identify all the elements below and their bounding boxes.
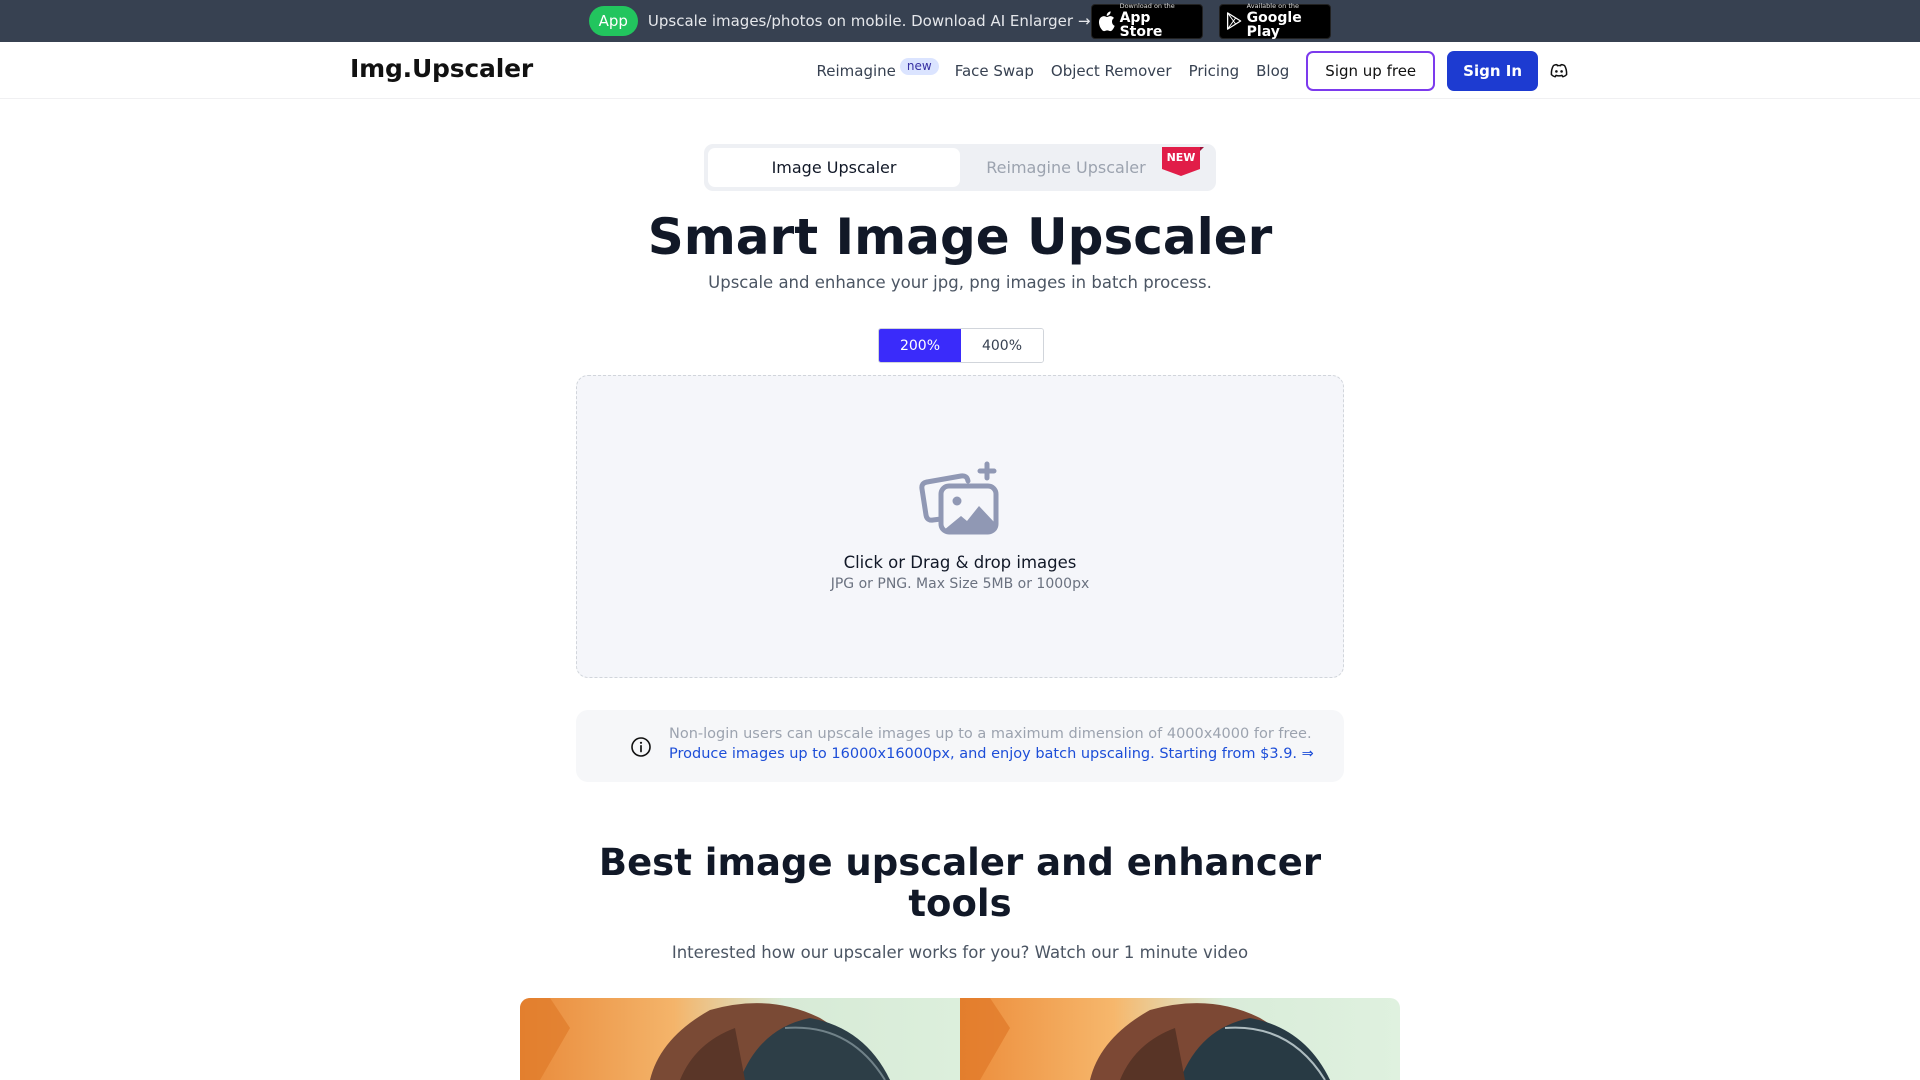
nav-link-label: Reimagine — [816, 61, 896, 80]
app-store-small: Download on the — [1119, 1, 1175, 10]
app-badge: App — [588, 6, 638, 36]
google-play-button[interactable]: Available on the Google Play — [1219, 1, 1332, 41]
nav-links: Reimagine new Face Swap Object Remover Pr… — [817, 50, 1569, 92]
nav-link-blog[interactable]: Blog — [1256, 62, 1289, 80]
info-icon — [631, 737, 651, 757]
page-subtitle: Upscale and enhance your jpg, png images… — [708, 273, 1212, 292]
discord-icon[interactable] — [1550, 62, 1568, 80]
sign-up-button[interactable]: Sign up free — [1306, 51, 1436, 91]
scale-option-200[interactable]: 200% — [879, 329, 961, 362]
nav-link-object-remover[interactable]: Object Remover — [1051, 62, 1172, 80]
section-title: Best image upscaler and enhancer tools — [598, 841, 1322, 925]
tab-reimagine-label: Reimagine Upscaler — [986, 158, 1146, 177]
new-ribbon-text: NEW — [1166, 151, 1196, 164]
page-title: Smart Image Upscaler — [647, 208, 1273, 266]
nav-link-face-swap[interactable]: Face Swap — [955, 62, 1034, 80]
after-image — [960, 998, 1400, 1080]
mode-tabs: Image Upscaler Reimagine Upscaler NEW — [704, 144, 1216, 191]
section-subtitle: Interested how our upscaler works for yo… — [671, 943, 1249, 962]
top-nav: Img.Upscaler Reimagine new Face Swap Obje… — [0, 42, 1920, 99]
apple-icon — [1099, 11, 1116, 32]
scale-toggle: 200% 400% — [878, 328, 1044, 363]
nav-link-reimagine[interactable]: Reimagine new — [816, 57, 939, 81]
scale-option-400[interactable]: 400% — [961, 329, 1043, 362]
dropzone-subtitle: JPG or PNG. Max Size 5MB or 1000px — [830, 576, 1090, 592]
google-play-icon — [1227, 12, 1242, 30]
sign-in-button[interactable]: Sign In — [1447, 51, 1538, 91]
promo-text[interactable]: Upscale images/photos on mobile. Downloa… — [648, 12, 1091, 30]
before-image — [520, 998, 960, 1080]
promo-banner: App Upscale images/photos on mobile. Dow… — [0, 0, 1920, 42]
nav-link-pricing[interactable]: Pricing — [1189, 62, 1240, 80]
before-after-video[interactable] — [520, 998, 1400, 1080]
info-free-limit: Non-login users can upscale images up to… — [669, 726, 1312, 742]
tab-image-upscaler[interactable]: Image Upscaler — [708, 148, 960, 187]
new-ribbon: NEW — [1162, 147, 1204, 177]
info-upgrade-link[interactable]: Produce images up to 16000x16000px, and … — [669, 746, 1314, 762]
google-play-big: Google Play — [1246, 10, 1302, 41]
add-images-icon — [919, 461, 999, 535]
new-badge: new — [899, 57, 939, 75]
app-store-button[interactable]: Download on the App Store — [1091, 1, 1204, 41]
tab-reimagine-upscaler[interactable]: Reimagine Upscaler NEW — [960, 147, 1212, 187]
app-store-big: App Store — [1119, 10, 1163, 41]
google-play-small: Available on the — [1246, 1, 1299, 10]
dropzone-title: Click or Drag & drop images — [843, 553, 1077, 572]
logo[interactable]: Img.Upscaler — [350, 54, 533, 83]
